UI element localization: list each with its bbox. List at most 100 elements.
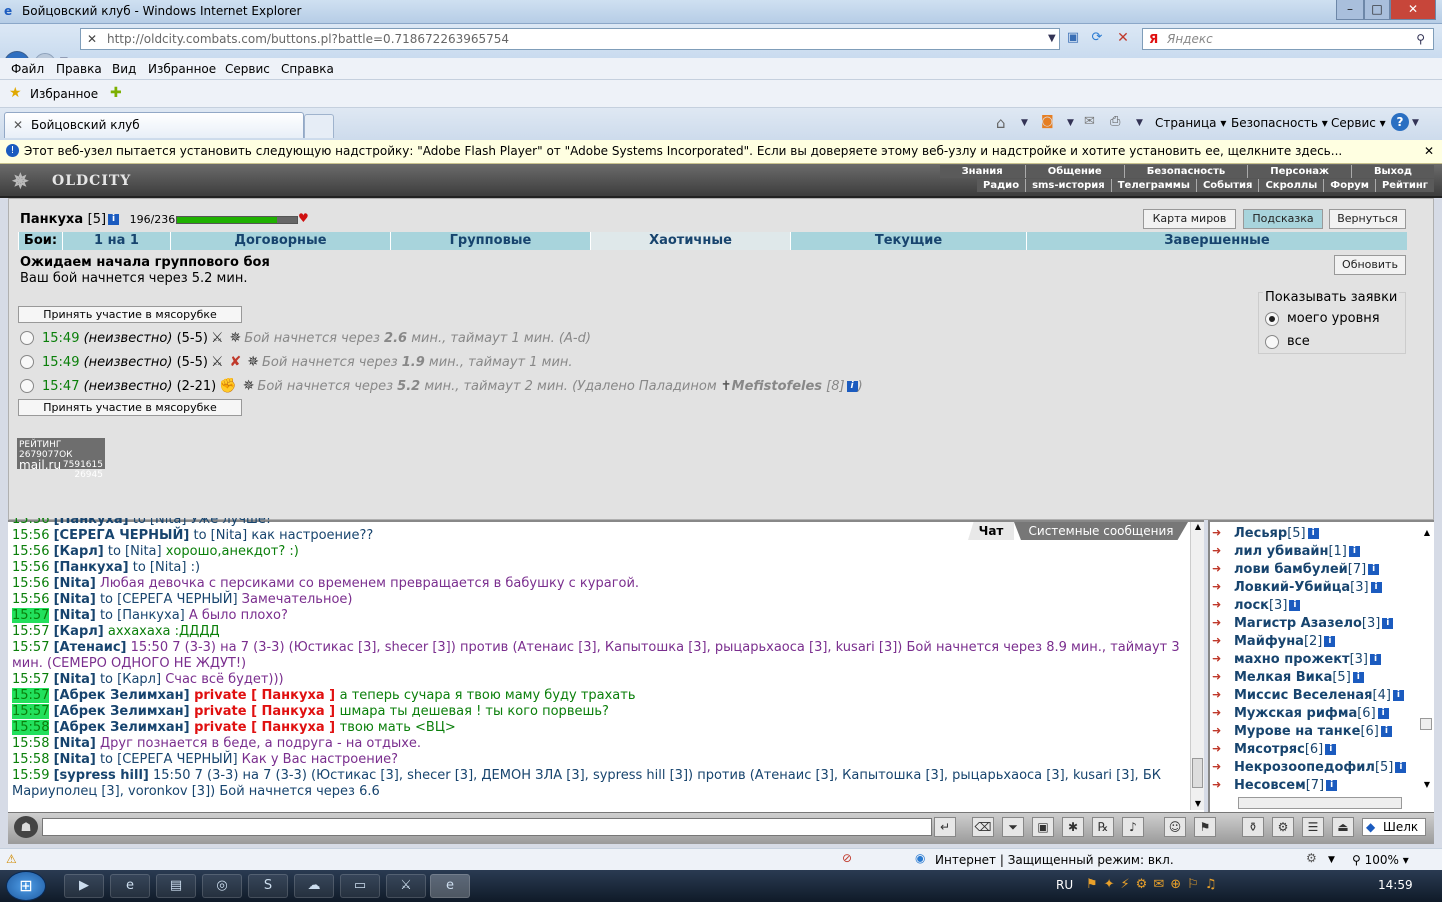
tab-chat[interactable]: Чат bbox=[968, 522, 1014, 540]
user-private-icon[interactable]: ➜ bbox=[1212, 634, 1226, 648]
chat-nick[interactable]: [Карл] bbox=[54, 544, 104, 559]
chat-nick[interactable]: [Nita] bbox=[54, 736, 96, 751]
chat-nick[interactable]: [Карл] bbox=[54, 624, 104, 639]
chat-time[interactable]: 15:56 bbox=[12, 518, 49, 527]
addons-dropdown-icon[interactable]: ▼ bbox=[1328, 855, 1335, 865]
print-icon[interactable]: ⎙ bbox=[1110, 114, 1120, 129]
radio-my-level[interactable] bbox=[1265, 311, 1279, 326]
feeds-icon[interactable]: ◙ bbox=[1041, 114, 1054, 129]
safety-menu[interactable]: Безопасность ▾ bbox=[1231, 116, 1328, 130]
exit-icon[interactable]: ⏏ bbox=[1332, 817, 1354, 837]
chat-time[interactable]: 15:57 bbox=[12, 672, 49, 687]
tab-group[interactable]: Групповые bbox=[390, 232, 590, 250]
tab-current[interactable]: Текущие bbox=[790, 232, 1026, 250]
chat-nick[interactable]: [Панкуха] bbox=[54, 518, 129, 527]
menu-help[interactable]: Справка bbox=[281, 62, 334, 76]
user-name[interactable]: лови бамбулей bbox=[1234, 562, 1348, 577]
user-name[interactable]: махно прожект bbox=[1234, 652, 1350, 667]
friends-icon[interactable]: ☰ bbox=[1302, 817, 1324, 837]
firefox-icon[interactable]: ◎ bbox=[202, 874, 242, 898]
chat-time[interactable]: 15:59 bbox=[12, 768, 49, 783]
option-all[interactable]: все bbox=[1265, 334, 1310, 349]
chat-nick[interactable]: [Nita] bbox=[54, 576, 96, 591]
return-button[interactable]: Вернуться bbox=[1329, 209, 1406, 229]
address-dropdown-icon[interactable]: ▼ bbox=[1048, 33, 1056, 44]
gmenu-knowledge[interactable]: Знания bbox=[940, 165, 1025, 178]
info-icon[interactable]: i bbox=[1325, 744, 1337, 755]
help-dropdown-icon[interactable]: ▼ bbox=[1412, 118, 1419, 128]
ie-taskbar-icon[interactable]: e bbox=[110, 874, 150, 898]
maximize-button[interactable]: □ bbox=[1364, 0, 1390, 20]
info-icon[interactable]: i bbox=[1395, 762, 1407, 773]
join-button-bottom[interactable]: Принять участие в мясорубке bbox=[18, 399, 242, 416]
chat-time[interactable]: 15:57 bbox=[12, 704, 50, 719]
user-private-icon[interactable]: ➜ bbox=[1212, 760, 1226, 774]
menu-file[interactable]: Файл bbox=[11, 62, 44, 76]
chat-nick[interactable]: [СЕРЕГА ЧЕРНЫЙ] bbox=[54, 528, 190, 543]
user-item[interactable]: Некрозоопедофил[5] i bbox=[1234, 760, 1407, 775]
paladin-name[interactable]: Mefistofeles bbox=[732, 379, 822, 394]
world-map-button[interactable]: Карта миров bbox=[1143, 209, 1236, 229]
stop-icon[interactable]: ✕ bbox=[1114, 30, 1132, 48]
clan-icon[interactable]: ⚑ bbox=[1194, 817, 1216, 837]
user-private-icon[interactable]: ➜ bbox=[1212, 580, 1226, 594]
new-tab-button[interactable] bbox=[304, 114, 334, 138]
tools-menu[interactable]: Сервис ▾ bbox=[1331, 116, 1386, 130]
chat-log[interactable]: 15:56 [Панкуха] to [Nita] Уже лучше! 15:5… bbox=[12, 518, 1188, 808]
chat-input[interactable] bbox=[42, 818, 932, 836]
menu-favorites[interactable]: Избранное bbox=[148, 62, 216, 76]
user-item[interactable]: Майфуна[2] i bbox=[1234, 634, 1336, 649]
user-name[interactable]: Мелкая Вика bbox=[1234, 670, 1332, 685]
chat-nick[interactable]: [Панкуха] bbox=[54, 560, 129, 575]
settings-icon[interactable]: ✱ bbox=[1062, 817, 1084, 837]
user-private-icon[interactable]: ➜ bbox=[1212, 652, 1226, 666]
gmenu-forum[interactable]: Форум bbox=[1323, 179, 1375, 192]
chat-time[interactable]: 15:57 bbox=[12, 688, 50, 703]
user-item[interactable]: лови бамбулей[7] i bbox=[1234, 562, 1380, 577]
private-tag[interactable]: private [ Панкуха ] bbox=[190, 688, 340, 703]
info-icon[interactable]: i bbox=[1377, 708, 1389, 719]
feeds-dropdown-icon[interactable]: ▼ bbox=[1067, 118, 1074, 128]
player-name[interactable]: Панкуха bbox=[20, 212, 83, 227]
skype-icon[interactable]: S bbox=[248, 874, 288, 898]
chat-nick[interactable]: [Абрек Зелимхан] bbox=[54, 720, 190, 735]
infobar[interactable]: ! Этот веб-узел пытается установить след… bbox=[0, 140, 1442, 164]
chat-time[interactable]: 15:58 bbox=[12, 720, 50, 735]
chat-time[interactable]: 15:56 bbox=[12, 576, 49, 591]
chat-nick[interactable]: [Nita] bbox=[54, 592, 96, 607]
explorer-icon[interactable]: ▤ bbox=[156, 874, 196, 898]
info-icon[interactable]: i bbox=[1370, 582, 1382, 593]
hint-button[interactable]: Подсказка bbox=[1243, 209, 1323, 229]
chat-time[interactable]: 15:56 bbox=[12, 528, 49, 543]
window-app-icon[interactable]: ▭ bbox=[340, 874, 380, 898]
add-favorite-icon[interactable]: ✚ bbox=[110, 85, 122, 101]
sound-icon[interactable]: ♪ bbox=[1122, 817, 1144, 837]
mail-icon[interactable]: ✉ bbox=[1084, 114, 1095, 129]
language-indicator[interactable]: RU bbox=[1056, 878, 1073, 892]
browser-tab[interactable]: ✕ Бойцовский клуб bbox=[4, 112, 304, 138]
user-item[interactable]: лил убивайн[1] i bbox=[1234, 544, 1360, 559]
scroll-thumb[interactable] bbox=[1192, 758, 1203, 788]
chat-time[interactable]: 15:57 bbox=[12, 608, 50, 623]
chat-time[interactable]: 15:56 bbox=[12, 544, 49, 559]
chat-nick[interactable]: [sypress hill] bbox=[54, 768, 149, 783]
user-private-icon[interactable]: ➜ bbox=[1212, 724, 1226, 738]
chat-time[interactable]: 15:58 bbox=[12, 752, 49, 767]
address-input[interactable]: ✕ http://oldcity.combats.com/buttons.pl?… bbox=[80, 28, 1060, 50]
private-tag[interactable]: private [ Панкуха ] bbox=[190, 704, 340, 719]
tray-icons[interactable]: ⚑✦⚡⚙✉⊕⚐♫ bbox=[1086, 877, 1222, 892]
chat-nick[interactable]: [Абрек Зелимхан] bbox=[54, 688, 190, 703]
tab-1v1[interactable]: 1 на 1 bbox=[62, 232, 170, 250]
favorites-button[interactable]: Избранное bbox=[30, 87, 98, 101]
user-private-icon[interactable]: ➜ bbox=[1212, 598, 1226, 612]
user-private-icon[interactable]: ➜ bbox=[1212, 688, 1226, 702]
info-icon[interactable]: i bbox=[1326, 780, 1338, 791]
user-item[interactable]: Мурове на танке[6] i bbox=[1234, 724, 1392, 739]
gmenu-telegrams[interactable]: Телеграммы bbox=[1110, 179, 1196, 192]
combats-app-icon[interactable]: ⚔ bbox=[386, 874, 426, 898]
start-button[interactable]: ⊞ bbox=[6, 871, 46, 901]
user-name[interactable]: Мясотряс bbox=[1234, 742, 1305, 757]
userlist-scroll-thumb[interactable] bbox=[1420, 718, 1432, 730]
translit-icon[interactable]: ℞ bbox=[1092, 817, 1114, 837]
scroll-up-icon[interactable]: ▲ bbox=[1191, 522, 1205, 531]
